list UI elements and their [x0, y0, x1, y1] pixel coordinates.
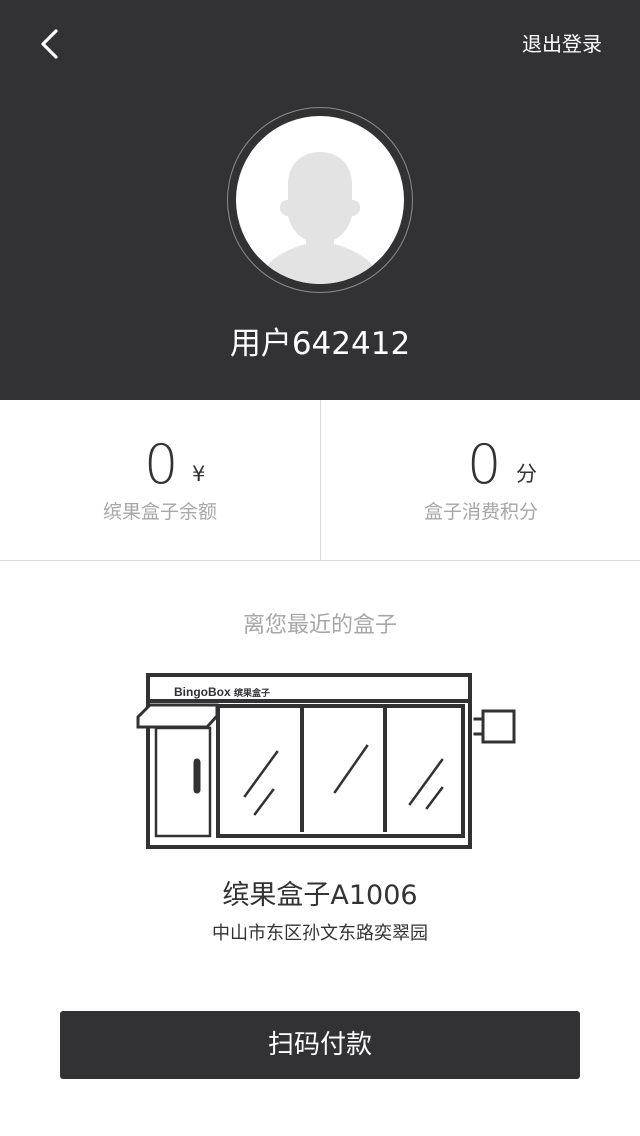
box-name: 缤果盒子A1006 [222, 880, 418, 911]
points-label: 盒子消费积分 [423, 501, 538, 523]
box-address: 中山市东区孙文东路奕翠园 [212, 923, 428, 944]
illustration-brand-cn: 缤果盒子 [234, 687, 270, 699]
logout-button[interactable]: 退出登录 [522, 30, 602, 58]
points-value: 0 [467, 433, 502, 496]
bingobox-illustration: BingoBox 缤果盒子 [135, 670, 520, 852]
balance-label: 缤果盒子余额 [102, 501, 217, 523]
avatar [236, 116, 404, 284]
account-stats: 0 ¥ 缤果盒子余额 0 分 盒子消费积分 [0, 400, 640, 561]
chevron-left-icon [41, 29, 58, 59]
illustration-brand: BingoBox [174, 685, 231, 699]
balance-unit: ¥ [192, 462, 206, 486]
points-unit: 分 [516, 462, 537, 486]
back-button[interactable] [30, 22, 74, 66]
points-stat[interactable]: 0 分 盒子消费积分 [320, 400, 640, 560]
user-avatar-icon [256, 152, 384, 284]
scan-pay-button[interactable]: 扫码付款 [60, 1011, 580, 1079]
balance-stat[interactable]: 0 ¥ 缤果盒子余额 [0, 400, 320, 560]
username: 用户642412 [229, 326, 411, 362]
balance-value: 0 [144, 433, 179, 496]
profile-header: 退出登录 用户642412 [0, 0, 640, 400]
store-icon: BingoBox 缤果盒子 [136, 673, 516, 849]
nearest-box-heading: 离您最近的盒子 [242, 613, 397, 638]
